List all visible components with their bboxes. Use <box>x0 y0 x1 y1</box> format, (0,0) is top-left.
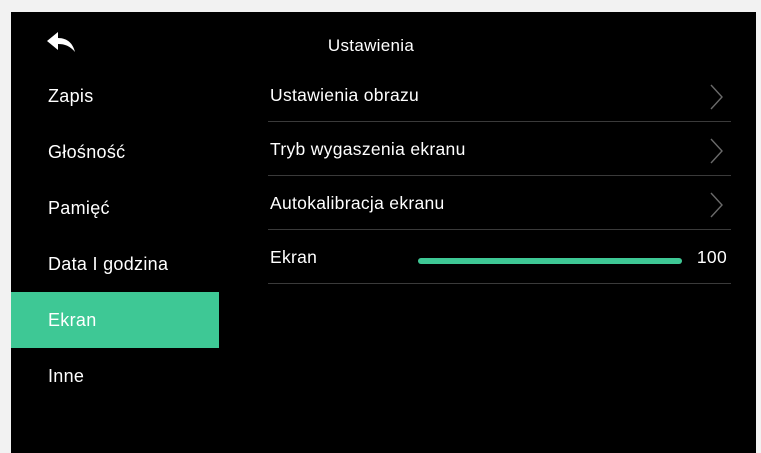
sidebar-item-data-i-godzina[interactable]: Data I godzina <box>11 236 219 292</box>
chevron-right-icon <box>709 84 723 110</box>
row-tryb-wygaszenia-ekranu[interactable]: Tryb wygaszenia ekranu <box>268 122 731 176</box>
sidebar-item-label: Głośność <box>48 142 126 162</box>
row-ekran-brightness: Ekran 100 <box>268 230 731 284</box>
sidebar-item-pamiec[interactable]: Pamięć <box>11 180 219 236</box>
sidebar-item-label: Zapis <box>48 86 94 106</box>
row-ustawienia-obrazu[interactable]: Ustawienia obrazu <box>268 68 731 122</box>
row-autokalibracja-ekranu[interactable]: Autokalibracja ekranu <box>268 176 731 230</box>
sidebar-item-ekran[interactable]: Ekran <box>11 292 219 348</box>
settings-screen: Ustawienia Zapis Głośność Pamięć Data I … <box>11 12 756 453</box>
sidebar-item-glosnosc[interactable]: Głośność <box>11 124 219 180</box>
sidebar-item-label: Inne <box>48 366 85 386</box>
sidebar-item-label: Data I godzina <box>48 254 169 274</box>
sidebar-item-inne[interactable]: Inne <box>11 348 219 404</box>
sidebar: Zapis Głośność Pamięć Data I godzina Ekr… <box>11 68 219 404</box>
sidebar-item-zapis[interactable]: Zapis <box>11 68 219 124</box>
settings-list: Ustawienia obrazu Tryb wygaszenia ekranu… <box>268 68 731 284</box>
chevron-right-icon <box>709 138 723 164</box>
brightness-slider-fill <box>418 258 682 264</box>
sidebar-item-label: Ekran <box>48 310 97 330</box>
brightness-value: 100 <box>696 247 727 267</box>
row-label: Autokalibracja ekranu <box>270 193 445 213</box>
back-arrow-icon <box>47 32 75 52</box>
row-label: Tryb wygaszenia ekranu <box>270 139 466 159</box>
back-button[interactable] <box>45 30 77 54</box>
row-label: Ustawienia obrazu <box>270 85 420 105</box>
page-title: Ustawienia <box>327 36 415 55</box>
brightness-slider[interactable] <box>418 258 682 264</box>
chevron-right-icon <box>709 192 723 218</box>
brightness-label: Ekran <box>270 247 318 267</box>
sidebar-item-label: Pamięć <box>48 198 110 218</box>
